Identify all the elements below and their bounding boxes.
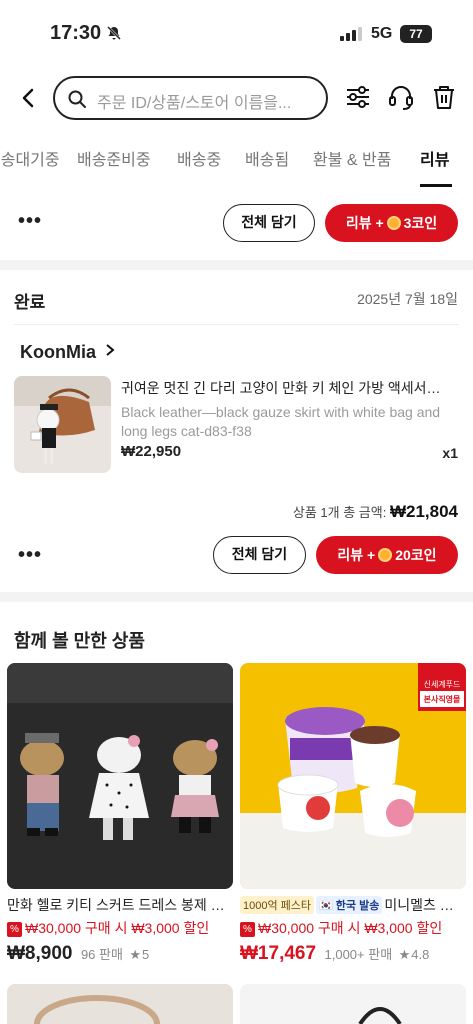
product-card-partial[interactable] (7, 984, 233, 1024)
signal-icon (340, 27, 364, 46)
product-card-sold: 96 판매 (80, 947, 123, 962)
store-name: KoonMia (20, 342, 96, 362)
order-review-reward: 20코인 (395, 547, 437, 563)
product-thumbnail[interactable] (14, 376, 111, 473)
battery-level: 77 (400, 25, 432, 43)
order-tabs: 배송대기중 배송준비중 배송중 배송됨 환불 & 반품 리뷰 (0, 140, 473, 188)
search-icon (67, 89, 87, 114)
korea-flag-icon: 🇰🇷 (319, 900, 336, 912)
total-value: ₩21,804 (389, 502, 458, 521)
product-card-image (7, 663, 233, 889)
section-divider (0, 260, 473, 270)
product-card-promo: % ₩30,000 구매 시 ₩3,000 할인 (240, 918, 466, 938)
festa-tag: 1000억 페스타 (240, 896, 315, 914)
brand-badge-top: 신세계푸드 (423, 680, 461, 689)
promo-text: ₩30,000 구매 시 ₩3,000 할인 (258, 920, 443, 936)
product-card-promo: % ₩30,000 구매 시 ₩3,000 할인 (7, 918, 233, 938)
recommend-section-title: 함께 볼 만한 상품 (14, 631, 145, 651)
review-reward-button[interactable]: 리뷰 + 3코인 (325, 204, 458, 242)
search-input[interactable]: 주문 ID/상품/스토어 이름을... (53, 76, 328, 120)
coin-icon (386, 216, 401, 230)
discount-percent-icon: % (240, 922, 255, 937)
order-review-label: 리뷰 + (337, 547, 376, 563)
product-card-title: 미니멜츠 아이스크림 (384, 897, 466, 913)
tab-shipping[interactable]: 배송중 (177, 146, 221, 170)
divider (14, 324, 459, 325)
product-card-sold: 1,000+ 판매 (324, 947, 393, 962)
product-quantity: x1 (442, 445, 458, 461)
tab-refund-return[interactable]: 환불 & 반품 (313, 146, 391, 170)
tab-review[interactable]: 리뷰 (420, 146, 449, 170)
add-all-to-cart-button[interactable]: 전체 담기 (223, 204, 315, 242)
more-options-button[interactable]: ••• (18, 210, 42, 233)
store-name-link[interactable]: KoonMia (20, 341, 115, 363)
back-arrow-icon[interactable] (14, 84, 42, 112)
headset-support-icon[interactable] (386, 82, 416, 112)
product-card-partial[interactable] (240, 984, 466, 1024)
product-card-price: ₩17,467 (240, 943, 317, 964)
tab-preparing[interactable]: 배송준비중 (77, 146, 151, 170)
product-card-price: ₩8,900 (7, 943, 73, 964)
trash-icon[interactable] (429, 82, 459, 112)
review-button-label: 리뷰 + (345, 215, 384, 231)
order-date: 2025년 7월 18일 (357, 291, 458, 307)
order-status: 완료 (14, 293, 46, 312)
product-card-name: 1000억 페스타🇰🇷 한국 발송미니멜츠 아이스크림 (240, 895, 466, 914)
order-add-all-button[interactable]: 전체 담기 (213, 536, 306, 574)
promo-text: ₩30,000 구매 시 ₩3,000 할인 (25, 920, 210, 936)
bell-muted-icon (106, 25, 122, 46)
network-type: 5G (371, 25, 393, 42)
order-review-button[interactable]: 리뷰 + 20코인 (316, 536, 458, 574)
product-card-image: 신세계푸드 본사직영몰 (240, 663, 466, 889)
chevron-right-icon (105, 341, 115, 362)
order-total: 상품 1개 총 금액: ₩21,804 (293, 502, 458, 522)
product-price: ₩22,950 (121, 443, 182, 460)
search-placeholder: 주문 ID/상품/스토어 이름을... (97, 95, 292, 112)
order-more-options-button[interactable]: ••• (18, 544, 42, 567)
star-icon: ★ (129, 947, 142, 962)
product-card[interactable]: 만화 헬로 키티 스커트 드레스 봉제 인형 키 체인 %₩30,000 구매 … (7, 663, 233, 965)
product-card[interactable]: 신세계푸드 본사직영몰 1000억 페스타🇰🇷 한국 발송미니멜츠 아이스크림 … (240, 663, 466, 965)
tab-shipped[interactable]: 배송됨 (245, 146, 289, 170)
korea-shipping-tag: 🇰🇷 한국 발송 (316, 896, 383, 914)
product-card-name: 만화 헬로 키티 스커트 드레스 봉제 인형 키 체인 (7, 897, 233, 913)
product-variant: Black leather—black gauze skirt with whi… (121, 404, 441, 439)
product-card-rating: 5 (142, 947, 150, 962)
coin-icon (378, 548, 393, 562)
status-bar: 17:30 5G 77 (0, 0, 473, 64)
discount-percent-icon: % (7, 922, 22, 937)
active-tab-indicator (420, 184, 452, 187)
product-card-price-row: ₩17,467 1,000+ 판매 ★4.8 (240, 943, 466, 965)
brand-badge-bottom: 본사직영몰 (423, 695, 461, 704)
product-title[interactable]: 귀여운 멋진 긴 다리 고양이 만화 키 체인 가방 액세서리 펜던트 (121, 378, 451, 398)
section-divider (0, 592, 473, 602)
star-icon: ★ (398, 947, 411, 962)
review-button-reward: 3코인 (403, 215, 438, 231)
top-header: 주문 ID/상품/스토어 이름을... (0, 70, 473, 126)
korea-shipping-label: 한국 발송 (335, 900, 380, 912)
status-time: 17:30 (50, 22, 102, 44)
product-card-price-row: ₩8,900 96 판매 ★5 (7, 943, 233, 965)
filter-sliders-icon[interactable] (343, 82, 373, 112)
product-card-rating: 4.8 (411, 947, 430, 962)
tab-awaiting-shipment[interactable]: 배송대기중 (0, 146, 60, 170)
total-label: 상품 1개 총 금액: (292, 505, 387, 520)
